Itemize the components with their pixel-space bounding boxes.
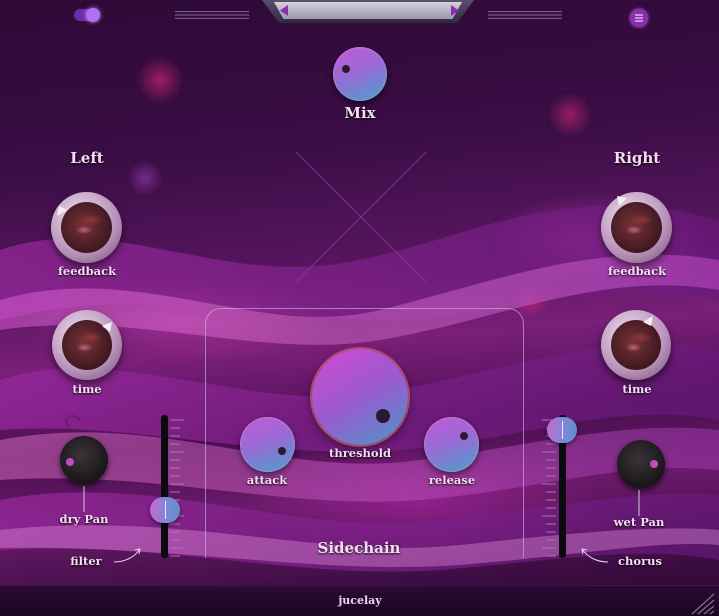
right-feedback-knob[interactable] — [601, 192, 672, 263]
left-section-title: Left — [70, 149, 104, 167]
sidechain-title: Sidechain — [317, 539, 401, 557]
left-time-knob[interactable] — [52, 310, 122, 380]
filter-slider-scale — [170, 419, 184, 557]
resize-grip-icon[interactable] — [686, 592, 716, 616]
wet-pan-knob[interactable] — [617, 440, 665, 488]
attack-label: attack — [246, 473, 288, 487]
knob-pointer-icon — [643, 316, 653, 326]
threshold-knob[interactable] — [312, 349, 408, 445]
left-feedback-knob[interactable] — [51, 192, 122, 263]
right-time-knob[interactable] — [601, 310, 671, 380]
chorus-pointer-arrow-icon — [581, 548, 609, 563]
left-feedback-label: feedback — [57, 264, 117, 278]
dry-pan-label: dry Pan — [59, 512, 109, 526]
chorus-slider-thumb[interactable] — [547, 417, 577, 443]
knob-face — [611, 202, 662, 253]
arrow-left-icon[interactable] — [278, 4, 290, 17]
toggle-switch-icon — [86, 8, 100, 22]
vent-grille-right — [488, 11, 562, 19]
right-feedback-label: feedback — [607, 264, 667, 278]
dry-pan-knob[interactable] — [60, 436, 108, 484]
knob-pointer-icon — [617, 196, 627, 206]
arrow-right-icon[interactable] — [449, 4, 461, 17]
filter-pointer-arrow-icon — [113, 548, 141, 563]
chorus-label: chorus — [618, 554, 662, 568]
attack-knob[interactable] — [240, 417, 295, 472]
left-time-label: time — [72, 382, 102, 396]
wet-pan-label: wet Pan — [613, 515, 665, 529]
connector-line — [638, 490, 640, 516]
brand-name: jucelay — [338, 594, 382, 607]
footer-bar: jucelay — [0, 585, 719, 616]
mix-knob[interactable] — [333, 47, 387, 101]
threshold-label: threshold — [329, 446, 391, 460]
knob-indicator — [460, 432, 468, 440]
knob-pointer-icon — [57, 206, 67, 216]
release-label: release — [428, 473, 476, 487]
filter-slider-track[interactable] — [161, 415, 168, 558]
right-section-title: Right — [613, 149, 661, 167]
bypass-toggle[interactable] — [74, 8, 100, 22]
filter-label: filter — [70, 554, 102, 568]
knob-pointer-icon — [102, 322, 112, 332]
vent-grille-left — [175, 11, 249, 19]
connector-line — [83, 486, 85, 512]
right-time-label: time — [622, 382, 652, 396]
knob-indicator — [650, 460, 658, 468]
knob-indicator — [342, 65, 350, 73]
release-knob[interactable] — [424, 417, 479, 472]
delay-plugin-window: Mix Left feedback time dry Pan filter Ri… — [0, 0, 719, 616]
preset-display — [274, 2, 462, 19]
knob-indicator — [278, 447, 286, 455]
filter-slider-thumb[interactable] — [150, 497, 180, 523]
knob-indicator — [66, 458, 74, 466]
top-bar — [0, 0, 719, 30]
knob-indicator — [376, 409, 390, 423]
menu-icon[interactable] — [630, 9, 648, 27]
mix-label: Mix — [344, 104, 376, 122]
